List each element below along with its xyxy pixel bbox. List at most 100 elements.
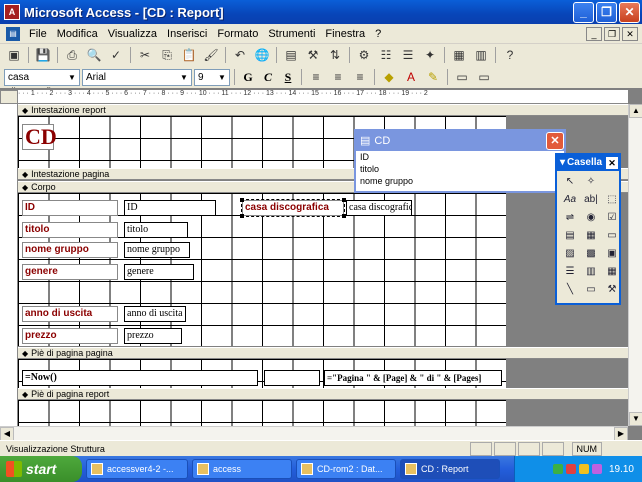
save-icon[interactable]: 💾 — [33, 46, 53, 64]
field-list-item[interactable]: ID — [356, 151, 564, 163]
close-icon[interactable]: ✕ — [546, 132, 564, 150]
combo-box-icon[interactable]: ▤ — [561, 228, 579, 244]
restore-button[interactable]: ❐ — [596, 1, 617, 23]
toolbox-titlebar[interactable]: ▾ Casella ✕ — [557, 155, 619, 171]
taskbar-item[interactable]: CD-rom2 : Dat... — [296, 459, 396, 479]
control-wizards-icon[interactable]: ✧ — [582, 174, 600, 190]
taskbar-item-active[interactable]: CD : Report — [400, 459, 500, 479]
special-effect-icon[interactable]: ▭ — [474, 68, 494, 86]
align-left-icon[interactable]: ≡ — [306, 68, 326, 86]
textbox-casa-discografica[interactable]: casa discografic — [346, 200, 412, 216]
chevron-down-icon[interactable]: ▾ — [560, 155, 565, 171]
toggle-button-icon[interactable]: ⇌ — [561, 210, 579, 226]
label-titolo[interactable]: titolo — [22, 222, 118, 238]
close-button[interactable]: ✕ — [619, 1, 640, 23]
align-center-icon[interactable]: ≡ — [328, 68, 348, 86]
scroll-right-icon[interactable]: ▶ — [614, 427, 628, 441]
textbox-page-number[interactable]: ="Pagina " & [Page] & " di " & [Pages] — [324, 370, 502, 386]
tray-network-icon[interactable] — [552, 464, 563, 474]
report-document-icon[interactable]: ▤ — [6, 26, 20, 41]
rectangle-tool-icon[interactable]: ▭ — [582, 282, 600, 298]
line-color-icon[interactable]: ✎ — [423, 68, 443, 86]
bound-object-icon[interactable]: ▣ — [603, 246, 621, 262]
field-list-item[interactable]: nome gruppo — [356, 175, 564, 187]
field-list-item[interactable]: titolo — [356, 163, 564, 175]
print-icon[interactable]: ⎙ — [62, 46, 82, 64]
textbox-anno-di-uscita[interactable]: anno di uscita — [124, 306, 186, 322]
tab-control-icon[interactable]: ▥ — [582, 264, 600, 280]
bold-button[interactable]: G — [239, 68, 257, 86]
new-object-icon[interactable]: ▥ — [471, 46, 491, 64]
database-window-icon[interactable]: ▦ — [449, 46, 469, 64]
page-break-icon[interactable]: ☰ — [561, 264, 579, 280]
textbox-prezzo[interactable]: prezzo — [124, 328, 182, 344]
underline-button[interactable]: S — [279, 68, 297, 86]
report-footer-grid[interactable] — [18, 400, 506, 426]
label-anno-di-uscita[interactable]: anno di uscita — [22, 306, 118, 322]
code-icon[interactable]: ☷ — [376, 46, 396, 64]
minimize-button[interactable]: _ — [573, 1, 594, 23]
copy-icon[interactable]: ⎘ — [157, 46, 177, 64]
start-button[interactable]: start — [0, 456, 82, 482]
print-preview-icon[interactable]: 🔍 — [84, 46, 104, 64]
field-list-titlebar[interactable]: ▤ CD ✕ — [356, 131, 564, 151]
hyperlink-icon[interactable]: 🌐 — [252, 46, 272, 64]
font-size-combo[interactable]: 9 ▼ — [194, 68, 230, 86]
object-combo[interactable]: casa discografic▼ — [4, 68, 80, 98]
close-icon[interactable]: ✕ — [606, 157, 618, 169]
label-genere[interactable]: genere — [22, 264, 118, 280]
doc-restore-button[interactable]: ❐ — [604, 26, 620, 41]
checkbox-icon[interactable]: ☑ — [603, 210, 621, 226]
italic-button[interactable]: C — [259, 68, 277, 86]
textbox-now-date[interactable]: =Now() — [22, 370, 258, 386]
textbox-empty[interactable] — [264, 370, 320, 386]
taskbar-item[interactable]: accessver4-2 -... — [86, 459, 188, 479]
build-icon[interactable]: ✦ — [420, 46, 440, 64]
subreport-icon[interactable]: ▦ — [603, 264, 621, 280]
view-icon[interactable]: ▣ — [4, 46, 24, 64]
taskbar-item[interactable]: access — [192, 459, 292, 479]
spelling-icon[interactable]: ✓ — [106, 46, 126, 64]
autoformat-icon[interactable]: ⚙ — [354, 46, 374, 64]
unbound-object-icon[interactable]: ▩ — [582, 246, 600, 262]
image-icon[interactable]: ▨ — [561, 246, 579, 262]
menu-visualizza[interactable]: Visualizza — [103, 28, 162, 40]
menu-file[interactable]: File — [24, 28, 52, 40]
cut-icon[interactable]: ✂ — [135, 46, 155, 64]
toolbox-icon[interactable]: ⚒ — [303, 46, 323, 64]
tray-antivirus-icon[interactable] — [565, 464, 576, 474]
ruler-corner[interactable] — [0, 90, 18, 104]
textbox-titolo[interactable]: titolo — [124, 222, 188, 238]
horizontal-scrollbar[interactable]: ◀ ▶ — [0, 426, 628, 441]
report-title-label[interactable]: CD — [22, 124, 57, 150]
properties-icon[interactable]: ☰ — [398, 46, 418, 64]
line-tool-icon[interactable]: ╲ — [561, 282, 579, 298]
menu-help[interactable]: ? — [370, 28, 386, 40]
menu-modifica[interactable]: Modifica — [52, 28, 103, 40]
format-painter-icon[interactable]: 🖌 — [201, 46, 221, 64]
help-icon[interactable]: ? — [500, 46, 520, 64]
selection-handle[interactable] — [240, 214, 244, 218]
scroll-down-icon[interactable]: ▼ — [629, 412, 642, 426]
menu-formato[interactable]: Formato — [212, 28, 263, 40]
label-nome-gruppo[interactable]: nome gruppo — [22, 242, 118, 258]
textbox-genere[interactable]: genere — [124, 264, 194, 280]
label-prezzo[interactable]: prezzo — [22, 328, 118, 344]
option-group-icon[interactable]: ⬚ — [603, 192, 621, 208]
toolbox-window[interactable]: ▾ Casella ✕ ↖ ✧ Aa ab| ⬚ ⇌ ◉ ☑ ▤ ▦ ▭ ▨ ▩… — [555, 153, 621, 305]
sorting-grouping-icon[interactable]: ⇅ — [325, 46, 345, 64]
access-app-icon[interactable]: A — [4, 4, 20, 20]
label-casa-discografica[interactable]: casa discografica — [241, 199, 345, 217]
command-button-icon[interactable]: ▭ — [603, 228, 621, 244]
label-tool-icon[interactable]: Aa — [561, 192, 579, 208]
scroll-up-icon[interactable]: ▲ — [629, 104, 642, 118]
paste-icon[interactable]: 📋 — [179, 46, 199, 64]
section-bar-page-footer[interactable]: ◆ Piè di pagina pagina — [18, 347, 628, 359]
menu-inserisci[interactable]: Inserisci — [162, 28, 212, 40]
textbox-tool-icon[interactable]: ab| — [582, 192, 600, 208]
font-combo[interactable]: Arial ▼ — [82, 68, 192, 86]
textbox-nome-gruppo[interactable]: nome gruppo — [124, 242, 190, 258]
selection-handle[interactable] — [240, 198, 244, 202]
more-controls-icon[interactable]: ⚒ — [603, 282, 621, 298]
doc-minimize-button[interactable]: _ — [586, 26, 602, 41]
